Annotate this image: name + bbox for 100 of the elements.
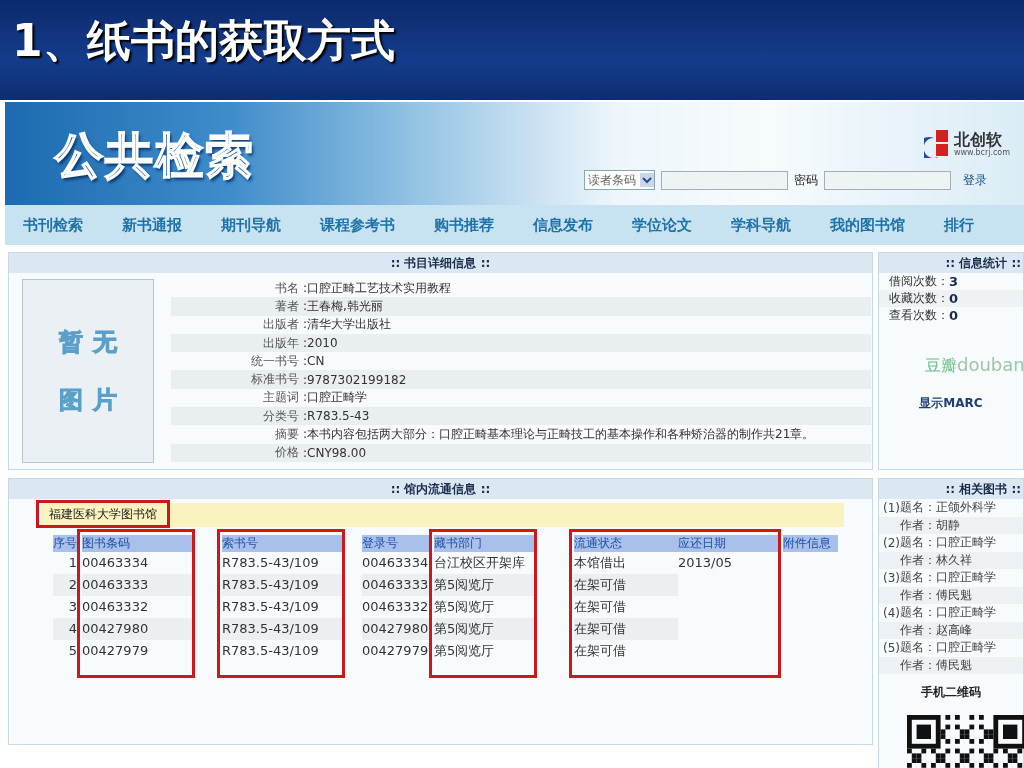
field-label: 标准书号	[250, 371, 299, 389]
field-label: 著者	[274, 297, 299, 315]
table-cell-text: R783.5-43/109	[222, 598, 320, 616]
nav-item[interactable]: 学位论文	[632, 215, 692, 235]
related-book-author: 胡静	[936, 516, 960, 534]
title-label: 题名：	[900, 604, 936, 622]
table-cell: 00463333	[362, 574, 432, 596]
no-image-text: 暂无图片	[58, 327, 128, 416]
nav-item[interactable]: 信息发布	[533, 215, 593, 235]
title-label: 题名：	[900, 639, 936, 657]
column-header: 流通状态	[574, 535, 678, 552]
table-cell: 第5阅览厅	[434, 618, 534, 640]
table-cell-text: 5	[67, 642, 78, 660]
book-index: (4)	[882, 605, 900, 620]
table-cell-text: 00463334	[362, 554, 430, 572]
related-book-author: 林久祥	[936, 551, 972, 569]
nav-item[interactable]: 书刊检索	[23, 215, 83, 235]
related-book-title[interactable]: 口腔正畸学	[936, 569, 996, 587]
library-name: 福建医科大学图书馆	[36, 500, 170, 528]
book-index: (1)	[882, 500, 900, 515]
table-cell-text: 00427979	[362, 642, 430, 660]
field-label: 统一书号	[250, 352, 299, 370]
table-cell: 00427980	[362, 618, 432, 640]
field-value: :本书内容包括两大部分：口腔正畸基本理论与正畸技工的基本操作和各种矫治器的制作共21章。	[303, 426, 815, 443]
table-cell: 00463333	[82, 574, 192, 596]
field-label: 主题词	[262, 389, 299, 407]
field-label: 价格	[274, 444, 299, 462]
related-book-author: 傅民魁	[936, 656, 972, 674]
nav-item[interactable]: 课程参考书	[320, 215, 395, 235]
login-link[interactable]: 登录	[963, 171, 987, 189]
title-label: 题名：	[900, 534, 936, 552]
related-book-title[interactable]: 口腔正畸学	[936, 534, 996, 552]
field-value: :CNY98.00	[303, 445, 367, 460]
table-cell: 在架可借	[574, 618, 678, 640]
field-value: :口腔正畸工艺技术实用教程	[303, 279, 452, 297]
nav-item[interactable]: 新书通报	[122, 215, 182, 235]
nav-item[interactable]: 我的图书馆	[830, 215, 905, 235]
author-label: 作者：	[900, 621, 936, 639]
book-index: (2)	[882, 535, 900, 550]
table-cell-text: 在架可借	[574, 598, 627, 616]
table-cell-text: R783.5-43/109	[222, 554, 320, 572]
nav-item[interactable]: 学科导航	[731, 215, 791, 235]
table-cell-text: 第5阅览厅	[434, 642, 496, 660]
column-header: 藏书部门	[434, 535, 534, 552]
related-book-title[interactable]: 口腔正畸学	[936, 604, 996, 622]
stat-value: 0	[949, 291, 959, 306]
site-logo: 公共检索	[55, 126, 255, 185]
stat-value: 3	[949, 274, 959, 289]
related-book-author: 赵高峰	[936, 621, 972, 639]
nav-item[interactable]: 排行	[944, 215, 974, 235]
table-cell-text: 1	[67, 554, 78, 572]
field-label: 分类号	[262, 407, 299, 425]
table-cell: R783.5-43/109	[222, 574, 342, 596]
table-cell-text: 00463334	[82, 554, 150, 572]
column-header: 登录号	[362, 535, 432, 552]
field-value: :王春梅,韩光丽	[303, 297, 383, 315]
douban-logo-cn[interactable]: 豆瓣	[925, 356, 957, 377]
author-label: 作者：	[900, 656, 936, 674]
caret-icon	[640, 173, 654, 187]
related-book-author: 傅民魁	[936, 586, 972, 604]
field-label: 摘要	[274, 426, 299, 443]
table-cell-text: 2013/05	[678, 554, 733, 572]
vendor-name: 北创软	[954, 131, 1002, 148]
table-cell-text: R783.5-43/109	[222, 642, 320, 660]
barcode-field[interactable]	[661, 170, 788, 190]
stat-label: 收藏次数：	[889, 290, 949, 307]
column-header: 索书号	[222, 535, 342, 552]
table-cell-text: 本馆借出	[574, 554, 627, 572]
table-cell-text: 3	[67, 598, 78, 616]
table-cell: 在架可借	[574, 574, 678, 596]
password-field[interactable]	[824, 170, 951, 190]
login-type-select[interactable]: 读者条码	[584, 170, 655, 190]
stat-label: 借阅次数：	[889, 273, 949, 290]
stat-label: 查看次数：	[889, 307, 949, 324]
table-cell-text: 00463332	[82, 598, 150, 616]
table-cell-text: 00463332	[362, 598, 430, 616]
nav-item[interactable]: 期刊导航	[221, 215, 281, 235]
password-label: 密码	[794, 171, 818, 189]
related-book-title[interactable]: 口腔正畸学	[936, 639, 996, 657]
table-cell: 第5阅览厅	[434, 574, 534, 596]
panel-title: :: 书目详细信息 ::	[390, 254, 491, 272]
vendor-logo-icon	[924, 130, 950, 158]
book-index: (3)	[882, 570, 900, 585]
nav-item[interactable]: 购书推荐	[434, 215, 494, 235]
marc-link[interactable]: 显示MARC	[879, 395, 1023, 412]
title-label: 题名：	[900, 499, 936, 517]
panel-title: :: 相关图书 ::	[945, 480, 1021, 498]
book-index: (5)	[882, 640, 900, 655]
slide-title: 1、纸书的获取方式	[12, 14, 395, 68]
panel-title: :: 馆内流通信息 ::	[390, 480, 491, 498]
field-value: :2010	[303, 336, 338, 351]
table-cell: 00427980	[82, 618, 192, 640]
panel-title: :: 信息统计 ::	[945, 254, 1021, 272]
column-header: 应还日期	[678, 535, 778, 552]
related-book-title[interactable]: 正颌外科学	[936, 499, 996, 517]
title-label: 题名：	[900, 569, 936, 587]
field-value: :口腔正畸学	[303, 389, 368, 407]
table-cell-text: 台江校区开架库	[434, 554, 526, 572]
table-cell: R783.5-43/109	[222, 618, 342, 640]
field-value: :CN	[303, 354, 325, 369]
